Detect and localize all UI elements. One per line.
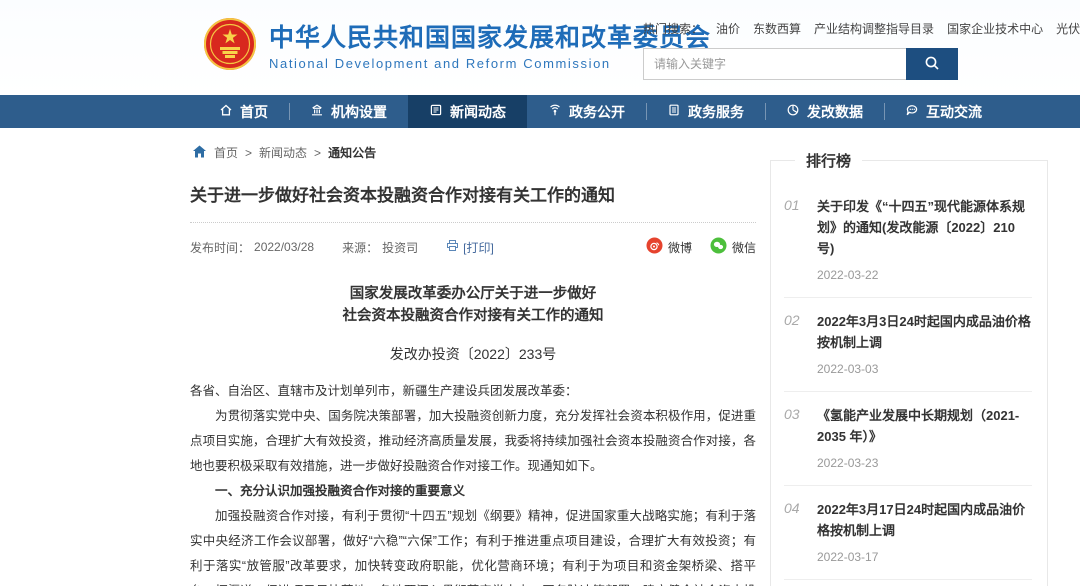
- ranking-date: 2022-03-22: [817, 268, 1032, 282]
- nav-item-disclosure[interactable]: 政务公开: [527, 95, 646, 128]
- rank-number: 04: [784, 499, 806, 564]
- home-icon: [219, 103, 233, 120]
- list-item: 02 2022年3月3日24时起国内成品油价格按机制上调 2022-03-03: [784, 298, 1032, 392]
- paragraph: 加强投融资合作对接，有利于贯彻“十四五”规划《纲要》精神，促进国家重大战略实施；…: [190, 504, 756, 586]
- news-icon: [429, 103, 443, 120]
- source-label: 来源：: [342, 239, 378, 256]
- ranking-date: 2022-03-17: [817, 550, 1032, 564]
- document-number: 发改办投资〔2022〕233号: [190, 344, 756, 364]
- list-item: 01 关于印发《“十四五”现代能源体系规划》的通知(发改能源〔2022〕210号…: [784, 183, 1032, 298]
- breadcrumb-item-home[interactable]: 首页: [214, 144, 238, 161]
- hot-search-link[interactable]: 光伏: [1056, 20, 1080, 37]
- salutation: 各省、自治区、直辖市及计划单列市，新疆生产建设兵团发展改革委：: [190, 379, 756, 404]
- share-wechat-button[interactable]: 微信: [710, 237, 756, 257]
- chat-bubble-icon: [905, 103, 919, 120]
- hot-search-link[interactable]: 产业结构调整指导目录: [814, 20, 934, 37]
- publish-time-value: 2022/03/28: [254, 240, 314, 254]
- nav-item-home[interactable]: 首页: [198, 95, 289, 128]
- publish-time-label: 发布时间：: [190, 239, 250, 256]
- document-heading: 国家发展改革委办公厅关于进一步做好 社会资本投融资合作对接有关工作的通知: [190, 283, 756, 327]
- sidebar: 排行榜 01 关于印发《“十四五”现代能源体系规划》的通知(发改能源〔2022〕…: [770, 138, 1048, 586]
- rank-number: 02: [784, 311, 806, 376]
- breadcrumb-separator: >: [245, 146, 252, 160]
- brand: 中华人民共和国国家发展和改革委员会 National Development a…: [203, 17, 711, 76]
- hot-search-link[interactable]: 东数西算: [753, 20, 801, 37]
- list-item: 03 《氢能产业发展中长期规划（2021-2035 年）》 2022-03-23: [784, 392, 1032, 486]
- section-heading-1: 一、充分认识加强投融资合作对接的重要意义: [190, 479, 756, 504]
- share-weibo-button[interactable]: 微博: [646, 237, 692, 257]
- print-button[interactable]: [打印]: [446, 239, 494, 256]
- breadcrumb-home-icon: [192, 145, 207, 161]
- site-header: 中华人民共和国国家发展和改革委员会 National Development a…: [0, 0, 1080, 95]
- list-item: 05 重磅！国家发展改革委负责同志回应经济社会热点问题 2022-03-07: [784, 580, 1032, 586]
- search-button[interactable]: [906, 48, 958, 80]
- national-emblem-icon: [203, 17, 257, 76]
- search-input[interactable]: [643, 48, 906, 80]
- nav-item-interaction[interactable]: 互动交流: [884, 95, 1003, 128]
- page-title: 关于进一步做好社会资本投融资合作对接有关工作的通知: [190, 181, 756, 206]
- paragraph: 为贯彻落实党中央、国务院决策部署，加大投融资创新力度，充分发挥社会资本积极作用，…: [190, 404, 756, 479]
- wechat-icon: [710, 237, 727, 257]
- ranking-link[interactable]: 2022年3月17日24时起国内成品油价格按机制上调: [817, 499, 1032, 541]
- nav-item-organization[interactable]: 机构设置: [289, 95, 408, 128]
- main-nav: 首页 机构设置 新闻动态 政务公开 政务服务 发改数据 互动交流: [0, 95, 1080, 128]
- hot-search-link[interactable]: 油价: [716, 20, 740, 37]
- ranking-link[interactable]: 《氢能产业发展中长期规划（2021-2035 年）》: [817, 405, 1032, 447]
- broadcast-icon: [548, 103, 562, 120]
- ranking-panel: 排行榜 01 关于印发《“十四五”现代能源体系规划》的通知(发改能源〔2022〕…: [770, 160, 1048, 586]
- ranking-date: 2022-03-23: [817, 456, 1032, 470]
- ranking-date: 2022-03-03: [817, 362, 1032, 376]
- breadcrumb-separator: >: [314, 146, 321, 160]
- ranking-title: 排行榜: [795, 150, 862, 171]
- pie-chart-icon: [786, 103, 800, 120]
- weibo-icon: [646, 237, 663, 257]
- article-meta: 发布时间： 2022/03/28 来源： 投资司 [打印] 微博: [190, 237, 756, 257]
- document-icon: [667, 103, 681, 120]
- breadcrumb-item-notices: 通知公告: [328, 144, 376, 161]
- nav-item-data[interactable]: 发改数据: [765, 95, 884, 128]
- search-icon: [924, 55, 940, 74]
- title-separator: [190, 222, 756, 223]
- nav-item-services[interactable]: 政务服务: [646, 95, 765, 128]
- hot-search-bar: 热门搜索： 油价 东数西算 产业结构调整指导目录 国家企业技术中心 光伏: [643, 20, 973, 37]
- printer-icon: [446, 239, 459, 255]
- institution-icon: [310, 103, 324, 120]
- nav-item-news[interactable]: 新闻动态: [408, 95, 527, 128]
- article-body: 各省、自治区、直辖市及计划单列市，新疆生产建设兵团发展改革委： 为贯彻落实党中央…: [190, 379, 756, 586]
- ranking-link[interactable]: 2022年3月3日24时起国内成品油价格按机制上调: [817, 311, 1032, 353]
- rank-number: 03: [784, 405, 806, 470]
- hot-search-label: 热门搜索：: [643, 20, 703, 37]
- list-item: 04 2022年3月17日24时起国内成品油价格按机制上调 2022-03-17: [784, 486, 1032, 580]
- source-value: 投资司: [382, 239, 418, 256]
- breadcrumb-item-news[interactable]: 新闻动态: [259, 144, 307, 161]
- rank-number: 01: [784, 196, 806, 282]
- ranking-link[interactable]: 关于印发《“十四五”现代能源体系规划》的通知(发改能源〔2022〕210号): [817, 196, 1032, 259]
- breadcrumb: 首页 > 新闻动态 > 通知公告: [192, 144, 756, 161]
- hot-search-link[interactable]: 国家企业技术中心: [947, 20, 1043, 37]
